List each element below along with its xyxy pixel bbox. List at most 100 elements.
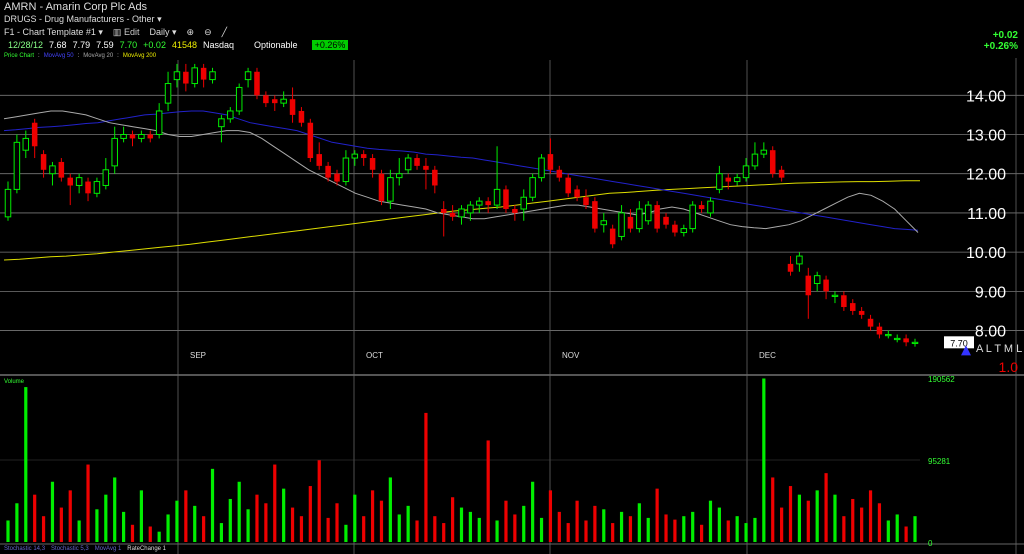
footer-stoch-14: Stochastic 14,3 <box>4 546 46 552</box>
candle-body <box>538 157 545 179</box>
candle <box>556 165 563 182</box>
candle <box>903 334 909 347</box>
candle-body <box>173 71 181 81</box>
candle <box>414 154 420 170</box>
candle-body <box>449 212 456 217</box>
candle <box>636 201 643 233</box>
candle-body <box>813 275 821 285</box>
volume-bar <box>193 505 197 542</box>
candle <box>138 130 145 143</box>
candle <box>841 291 847 311</box>
volume-bar <box>41 516 46 542</box>
candle <box>440 201 447 237</box>
volume-bar <box>504 500 508 542</box>
candle <box>512 205 518 221</box>
candle-body <box>31 122 38 147</box>
candle-body <box>325 165 331 178</box>
volume-bar <box>433 516 437 542</box>
volume-bar <box>762 378 766 542</box>
volume-bar <box>246 509 250 542</box>
volume-bar <box>548 490 553 542</box>
candle <box>574 185 580 202</box>
candle <box>360 150 367 166</box>
candle-body <box>805 275 812 296</box>
candle <box>654 201 660 233</box>
candle-body <box>263 95 269 104</box>
volume-bar <box>282 488 286 542</box>
candle <box>751 142 759 170</box>
candle-body <box>636 208 643 230</box>
candle <box>342 150 350 186</box>
volume-bar <box>424 412 428 542</box>
volume-bar <box>806 500 810 542</box>
candle <box>600 212 608 233</box>
candle-body <box>823 279 829 292</box>
volume-bar <box>113 477 117 542</box>
candle <box>49 161 56 186</box>
candle <box>867 314 874 331</box>
price-volume-chart[interactable]: 14.00 13.00 12.00 11.00 10.00 9.00 8.00 SEP OCT N… <box>0 0 1024 554</box>
volume-bar <box>797 494 802 542</box>
footer-movavg: MovAvg 1 <box>94 546 122 552</box>
candle <box>458 205 465 225</box>
volume-bar <box>59 507 63 542</box>
candle <box>13 134 21 194</box>
volume-bar <box>717 507 721 542</box>
volume-bar <box>406 505 410 542</box>
candle-body <box>235 86 243 112</box>
volume-bar <box>442 523 446 542</box>
candle <box>102 158 110 190</box>
candle-body <box>209 71 216 81</box>
candle <box>885 330 892 339</box>
volume-bar <box>50 481 55 542</box>
candle-body <box>672 224 678 233</box>
candle <box>316 142 322 170</box>
volume-bar <box>344 524 348 542</box>
volume-bar <box>210 468 215 542</box>
candle-body <box>663 216 669 225</box>
volume-bar <box>202 516 206 542</box>
candle-body <box>22 137 30 151</box>
candle-body <box>342 157 350 183</box>
candle-body <box>716 173 723 190</box>
volume-bar <box>664 514 668 542</box>
candle-body <box>512 209 518 213</box>
candle-body <box>183 71 189 84</box>
volume-bar <box>104 494 108 542</box>
volume-bar <box>593 505 597 542</box>
candle-body <box>49 165 56 175</box>
candle-body <box>378 173 385 202</box>
candle <box>707 197 714 217</box>
volume-bar <box>184 490 188 542</box>
candle <box>298 107 305 127</box>
volume-bar <box>335 503 339 542</box>
candle <box>503 185 509 213</box>
candle-body <box>58 161 65 178</box>
candle <box>778 165 785 182</box>
volume-bar <box>6 520 10 542</box>
candle-body <box>120 134 127 139</box>
volume-bar <box>148 526 152 542</box>
volume-bar <box>682 516 686 542</box>
candle <box>200 63 207 88</box>
volume-bar <box>628 516 633 542</box>
candle-body <box>351 153 359 159</box>
candle-body <box>742 165 750 179</box>
candle <box>120 126 127 143</box>
volume-bar <box>860 507 864 542</box>
volume-bar <box>451 497 455 542</box>
candle <box>280 91 287 108</box>
candle-body <box>574 189 580 198</box>
candle-body <box>85 181 91 194</box>
volume-bar <box>913 516 917 542</box>
candle <box>191 63 198 88</box>
candle-body <box>849 303 856 311</box>
candle <box>831 291 839 304</box>
volume-bar <box>468 511 472 542</box>
candle <box>893 334 901 343</box>
candle-body <box>556 169 563 178</box>
candle <box>858 307 865 319</box>
candle-body <box>191 67 198 85</box>
candle-body <box>75 177 83 186</box>
candle <box>538 154 545 182</box>
